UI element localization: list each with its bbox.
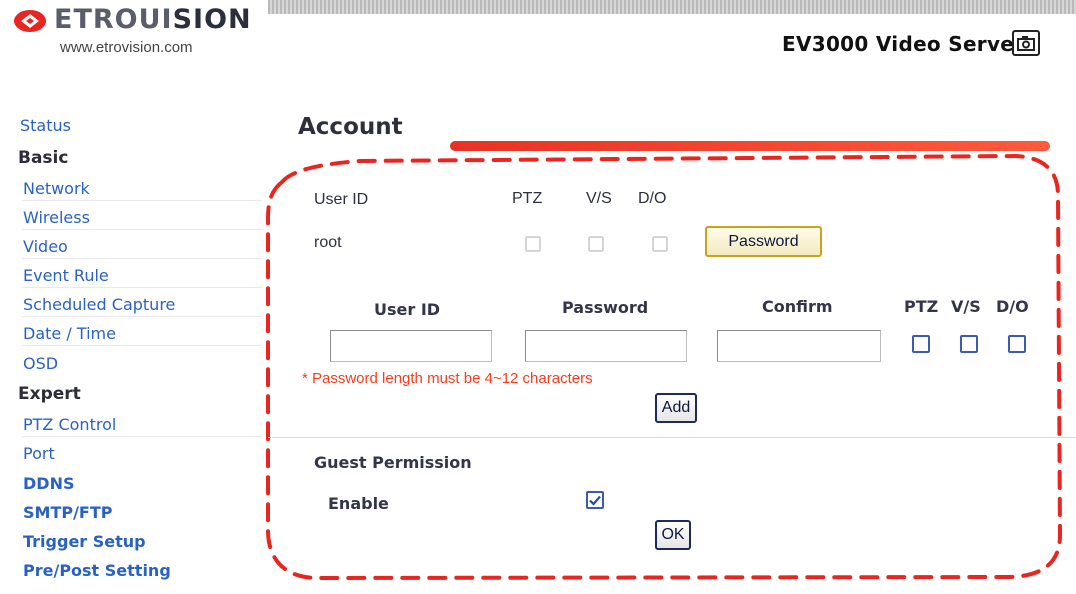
add-do-checkbox[interactable] <box>1008 335 1026 353</box>
add-confirm-header: Confirm <box>762 297 833 316</box>
root-vs-checkbox <box>588 236 604 252</box>
user-id-input[interactable] <box>330 330 492 362</box>
section-divider <box>268 437 1076 438</box>
add-password-header: Password <box>562 298 649 317</box>
guest-permission-heading: Guest Permission <box>314 453 472 472</box>
root-do-checkbox <box>652 236 668 252</box>
existing-user-root: root <box>314 234 342 251</box>
add-do-header: D/O <box>996 297 1029 316</box>
add-vs-header: V/S <box>951 297 981 316</box>
add-user-id-header: User ID <box>374 300 441 319</box>
ok-button[interactable]: OK <box>655 520 691 550</box>
add-ptz-header: PTZ <box>904 297 939 316</box>
guest-enable-label: Enable <box>328 494 389 513</box>
password-button[interactable]: Password <box>705 226 822 257</box>
add-vs-checkbox[interactable] <box>960 335 978 353</box>
existing-vs-header: V/S <box>586 190 612 207</box>
password-input[interactable] <box>525 330 687 362</box>
guest-enable-checkbox[interactable] <box>586 491 604 509</box>
add-button[interactable]: Add <box>655 393 697 423</box>
add-ptz-checkbox[interactable] <box>912 335 930 353</box>
root-ptz-checkbox <box>525 236 541 252</box>
confirm-password-input[interactable] <box>717 330 881 362</box>
existing-do-header: D/O <box>638 190 667 207</box>
existing-user-id-header: User ID <box>314 191 369 208</box>
existing-ptz-header: PTZ <box>512 190 543 207</box>
check-icon <box>589 495 601 506</box>
password-length-note: * Password length must be 4~12 character… <box>302 370 593 387</box>
